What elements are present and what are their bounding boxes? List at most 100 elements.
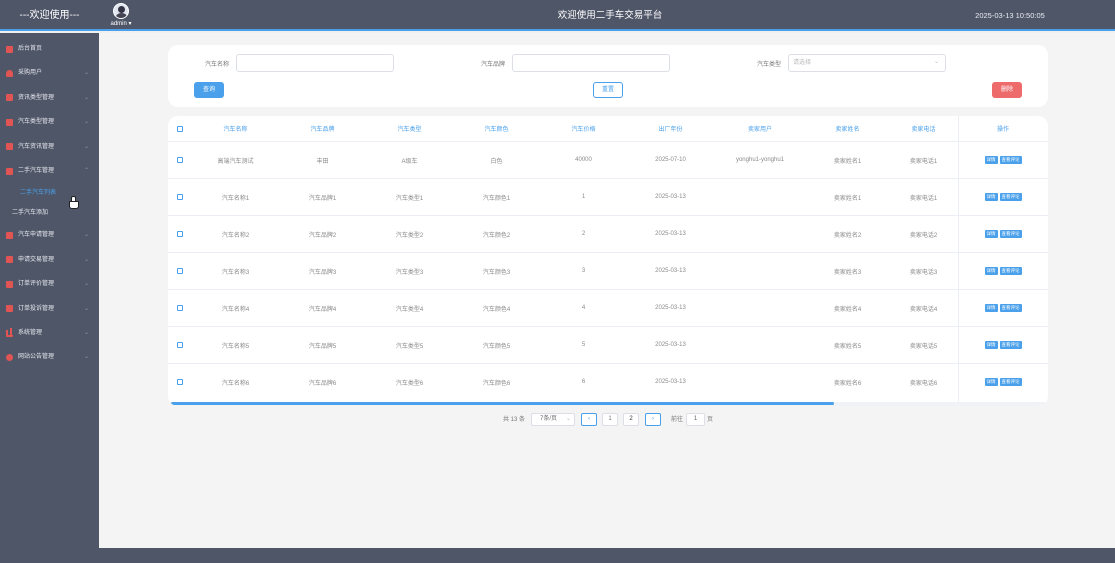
column-header[interactable]: 汽车品牌 bbox=[279, 116, 366, 141]
sidebar-item-users[interactable]: 采购用户 ⌄ bbox=[0, 61, 99, 85]
chevron-down-icon: ⌄ bbox=[83, 305, 89, 312]
view-reviews-button[interactable]: 查看评论 bbox=[999, 267, 1022, 275]
cell-car-color: 汽车颜色4 bbox=[482, 306, 511, 313]
submenu-used-car-add[interactable]: 二手汽车添加 bbox=[0, 203, 99, 223]
cell-actions: 详情 查看评论 bbox=[958, 142, 1048, 178]
view-reviews-button[interactable]: 查看评论 bbox=[999, 341, 1022, 349]
detail-button[interactable]: 详情 bbox=[984, 267, 998, 275]
sidebar-item-news-type[interactable]: 资讯类型管理 ⌄ bbox=[0, 86, 99, 110]
view-reviews-button[interactable]: 查看评论 bbox=[999, 378, 1022, 386]
column-header: 操作 bbox=[996, 127, 1009, 133]
page-number[interactable]: 2 bbox=[623, 413, 639, 426]
cell-year: 2025-03-13 bbox=[655, 379, 686, 385]
cell-car-price: 4 bbox=[581, 305, 586, 311]
user-name[interactable]: admin ▾ bbox=[108, 20, 134, 27]
sidebar-item-trade-apply[interactable]: 申请交易管理 ⌄ bbox=[0, 248, 99, 272]
bar-chart-icon bbox=[6, 327, 13, 337]
view-reviews-button[interactable]: 查看评论 bbox=[999, 156, 1022, 164]
sidebar-item-used-cars[interactable]: 二手汽车管理 ⌃ bbox=[0, 159, 99, 183]
cell-year: 2025-03-13 bbox=[655, 342, 686, 348]
bottom-strip bbox=[99, 548, 1115, 563]
chevron-down-icon: ⌄ bbox=[83, 232, 89, 239]
cell-year: 2025-03-13 bbox=[655, 305, 686, 311]
cell-car-brand: 丰田 bbox=[316, 158, 329, 165]
chevron-down-icon: ⌄ bbox=[83, 354, 89, 361]
detail-button[interactable]: 详情 bbox=[984, 304, 998, 312]
horizontal-scrollbar-thumb[interactable] bbox=[171, 402, 834, 405]
sidebar-item-car-news[interactable]: 汽车资讯管理 ⌄ bbox=[0, 135, 99, 159]
cell-car-name: 汽车名称2 bbox=[221, 232, 250, 239]
cell-car-color: 白色 bbox=[490, 158, 503, 165]
row-checkbox[interactable] bbox=[177, 194, 183, 200]
query-button[interactable]: 查询 bbox=[194, 82, 224, 98]
sidebar-item-announcements[interactable]: 网站公告管理 ⌄ bbox=[0, 345, 99, 369]
next-page-button[interactable]: › bbox=[645, 413, 661, 426]
row-checkbox[interactable] bbox=[177, 268, 183, 274]
row-checkbox[interactable] bbox=[177, 231, 183, 237]
view-reviews-button[interactable]: 查看评论 bbox=[999, 193, 1022, 201]
sidebar-item-order-complaint[interactable]: 订单投诉管理 ⌄ bbox=[0, 297, 99, 321]
reset-button[interactable]: 重置 bbox=[593, 82, 623, 98]
detail-button[interactable]: 详情 bbox=[984, 156, 998, 164]
column-header[interactable]: 卖家姓名 bbox=[806, 116, 889, 141]
goto-page-input[interactable]: 1 bbox=[686, 413, 705, 426]
view-reviews-button[interactable]: 查看评论 bbox=[999, 304, 1022, 312]
car-brand-input[interactable] bbox=[512, 54, 670, 72]
chevron-down-icon: ⌄ bbox=[83, 256, 89, 263]
cell-car-price: 40000 bbox=[575, 157, 592, 163]
sidebar-item-car-type[interactable]: 汽车类型管理 ⌄ bbox=[0, 110, 99, 134]
view-reviews-button[interactable]: 查看评论 bbox=[999, 230, 1022, 238]
submenu-used-car-list[interactable]: 二手汽车列表 bbox=[0, 183, 99, 203]
circle-icon bbox=[6, 353, 13, 361]
cell-actions: 详情 查看评论 bbox=[958, 327, 1048, 363]
column-header[interactable]: 卖家用户 bbox=[714, 116, 806, 141]
cell-car-brand: 汽车品牌4 bbox=[308, 306, 337, 313]
row-checkbox[interactable] bbox=[177, 379, 183, 385]
goto-label: 前往 bbox=[671, 417, 684, 423]
column-header[interactable]: 汽车价格 bbox=[540, 116, 627, 141]
column-header[interactable]: 卖家电话 bbox=[889, 116, 958, 141]
car-type-select[interactable]: 请选择 bbox=[788, 54, 946, 72]
sidebar-item-label: 订单投诉管理 bbox=[18, 305, 55, 312]
square-icon bbox=[6, 280, 13, 288]
detail-button[interactable]: 详情 bbox=[984, 230, 998, 238]
user-menu[interactable]: admin ▾ bbox=[108, 3, 134, 27]
page-unit: 页 bbox=[707, 417, 714, 423]
pagination: 共 13 条 7条/页 ⌄ ‹ 1 2 › 前往 1 页 bbox=[0, 413, 1115, 427]
sidebar-item-system[interactable]: 系统管理 ⌄ bbox=[0, 321, 99, 345]
detail-button[interactable]: 详情 bbox=[984, 378, 998, 386]
column-header[interactable]: 出厂年份 bbox=[627, 116, 714, 141]
detail-button[interactable]: 详情 bbox=[984, 193, 998, 201]
prev-page-button[interactable]: ‹ bbox=[581, 413, 597, 426]
sidebar-item-label: 网站公告管理 bbox=[18, 354, 55, 361]
avatar-icon[interactable] bbox=[113, 3, 129, 19]
sidebar-item-label: 汽车申请管理 bbox=[18, 232, 55, 239]
column-header[interactable]: 汽车名称 bbox=[192, 116, 279, 141]
sidebar-item-label: 订单评价管理 bbox=[18, 281, 55, 288]
sidebar-item-car-apply[interactable]: 汽车申请管理 ⌄ bbox=[0, 223, 99, 247]
cell-car-type: 汽车类型2 bbox=[395, 232, 424, 239]
row-checkbox[interactable] bbox=[177, 305, 183, 311]
car-name-input[interactable] bbox=[236, 54, 394, 72]
sidebar-item-home[interactable]: 后台首页 bbox=[0, 37, 99, 61]
row-checkbox[interactable] bbox=[177, 157, 183, 163]
chevron-up-icon: ⌃ bbox=[83, 167, 89, 174]
row-checkbox[interactable] bbox=[177, 342, 183, 348]
column-header[interactable]: 汽车颜色 bbox=[453, 116, 540, 141]
cell-car-color: 汽车颜色3 bbox=[482, 269, 511, 276]
cell-car-color: 汽车颜色5 bbox=[482, 343, 511, 350]
column-header[interactable]: 汽车类型 bbox=[366, 116, 453, 141]
cell-seller-user: yonghu1-yonghu1 bbox=[735, 157, 785, 163]
sidebar-item-label: 采购用户 bbox=[18, 70, 43, 77]
select-all-checkbox[interactable] bbox=[177, 125, 183, 132]
sidebar: 后台首页 采购用户 ⌄ 资讯类型管理 ⌄ 汽车类型管理 ⌄ 汽车资讯管理 ⌄ 二… bbox=[0, 33, 99, 563]
page-size-select[interactable]: 7条/页 ⌄ bbox=[531, 413, 575, 426]
square-icon bbox=[6, 256, 13, 264]
cell-car-price: 3 bbox=[581, 268, 586, 274]
page-number[interactable]: 1 bbox=[602, 413, 618, 426]
cell-car-type: A级车 bbox=[401, 158, 418, 165]
sidebar-item-order-review[interactable]: 订单评价管理 ⌄ bbox=[0, 272, 99, 296]
delete-button[interactable]: 删除 bbox=[992, 82, 1022, 98]
cell-actions: 详情 查看评论 bbox=[958, 290, 1048, 326]
detail-button[interactable]: 详情 bbox=[984, 341, 998, 349]
